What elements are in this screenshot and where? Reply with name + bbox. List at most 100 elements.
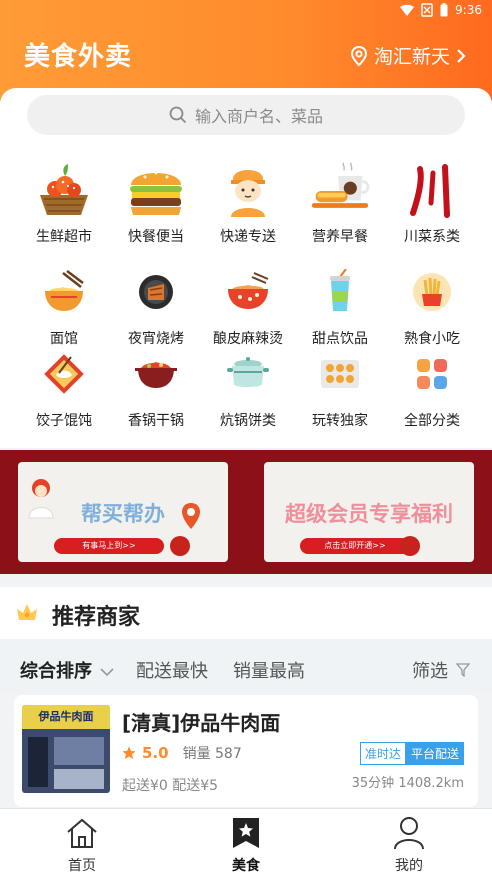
sort-sales[interactable]: 销量最高 [233,657,305,683]
courier-icon [218,162,278,218]
pot-icon [218,346,278,402]
category-label: 快餐便当 [128,229,184,245]
chevron-right-icon [457,48,466,63]
category-fast-food[interactable]: 快餐便当 [110,162,202,245]
category-sichuan[interactable]: 川菜系类 [386,162,478,245]
burger-icon [126,162,186,218]
user-icon [394,817,424,850]
noodles-icon [34,264,94,320]
banner-vip[interactable]: 超级会员专享福利 点击立即开通>> [264,462,474,562]
drink-icon [310,264,370,320]
sort-label: 综合排序 [20,661,92,682]
category-noodles[interactable]: 面馆 [18,264,110,347]
recommend-title: 推荐商家 [52,605,141,630]
recommend-header: 推荐商家 [0,587,492,639]
category-label: 甜点饮品 [312,331,368,347]
category-label: 全部分类 [404,413,460,429]
battery-icon [440,3,448,17]
category-label: 香锅干锅 [128,413,184,429]
sort-fastest[interactable]: 配送最快 [136,657,208,683]
banner-title: 超级会员专享福利 [285,502,453,526]
sort-comprehensive[interactable]: 综合排序 [20,657,114,683]
location-label: 淘汇新天 [373,46,450,68]
tab-food[interactable]: 美食 [201,815,291,875]
wifi-icon [400,4,415,16]
home-icon [67,818,97,848]
category-hotpot[interactable]: 香锅干锅 [110,346,202,429]
fries-icon [402,264,462,320]
tab-mine[interactable]: 我的 [364,815,454,875]
shop-name: [清真]伊品牛肉面 [122,711,281,735]
shop-fees: 起送¥0 配送¥5 [122,778,219,794]
tab-label: 首页 [68,858,96,874]
tag-platform-delivery: 平台配送 [405,742,464,765]
category-courier[interactable]: 快递专送 [202,162,294,245]
category-dumplings[interactable]: 饺子馄饨 [18,346,110,429]
status-bar: 9:36 [0,0,492,22]
category-grid: 生鲜超市 快餐便当 快递专送 营养早餐 川菜系类 面馆 夜宵烧烤 酿皮麻辣烫 甜… [14,146,478,448]
chevron-down-icon [100,668,114,677]
tab-label: 我的 [395,858,423,874]
breakfast-icon [310,162,370,218]
fresh-market-icon [34,162,94,218]
category-all[interactable]: 全部分类 [386,346,478,429]
bottom-tab-bar: 首页 美食 我的 [0,808,492,876]
search-placeholder: 输入商户名、菜品 [194,107,323,126]
promo-banners: 帮买帮办 有事马上到>> 超级会员专享福利 点击立即开通>> [0,450,492,574]
sort-bar: 综合排序 配送最快 销量最高 筛选 [0,641,492,693]
category-label: 面馆 [50,331,78,347]
category-label: 川菜系类 [404,229,460,245]
exclusive-icon [310,346,370,402]
filter-button[interactable]: 筛选 [412,657,471,683]
filter-label: 筛选 [412,661,448,682]
food-bookmark-icon [233,818,259,848]
shop-tags: 准时达 平台配送 [359,742,464,765]
location-selector[interactable]: 淘汇新天 [350,42,466,69]
shop-card[interactable]: 伊品牛肉面 [清真]伊品牛肉面 5.0 销量 587 准时达 平台配送 起送¥0… [14,695,478,807]
hotpot-icon [126,346,186,402]
banner-button[interactable]: 有事马上到>> [54,538,164,554]
dumpling-icon [34,346,94,402]
page-title: 美食外卖 [24,42,133,72]
category-breakfast[interactable]: 营养早餐 [294,162,386,245]
shop-sales: 销量 587 [182,746,242,762]
shop-sign: 伊品牛肉面 [22,705,110,729]
category-pot[interactable]: 炕锅饼类 [202,346,294,429]
category-bbq[interactable]: 夜宵烧烤 [110,264,202,347]
category-spicy-soup[interactable]: 酿皮麻辣烫 [202,264,294,347]
banner-errand[interactable]: 帮买帮办 有事马上到>> [18,462,228,562]
seal-icon [400,536,420,556]
spicy-soup-icon [218,264,278,320]
star-icon [122,746,136,759]
bbq-icon [126,264,186,320]
shop-score: 5.0 [142,744,169,762]
location-pin-icon [350,45,367,66]
category-label: 生鲜超市 [36,229,92,245]
shop-thumbnail: 伊品牛肉面 [22,705,110,793]
category-label: 饺子馄饨 [36,413,92,429]
sichuan-icon [402,162,462,218]
seal-icon [170,536,190,556]
crown-icon [17,604,37,620]
shop-rating-row: 5.0 销量 587 [122,743,242,763]
no-sim-icon [421,3,433,17]
status-time: 9:36 [455,3,482,17]
search-icon [169,106,187,124]
all-categories-icon [402,346,462,402]
filter-icon [455,663,471,678]
banner-button[interactable]: 点击立即开通>> [300,538,410,554]
category-label: 炕锅饼类 [220,413,276,429]
category-label: 快递专送 [220,229,276,245]
category-drinks[interactable]: 甜点饮品 [294,264,386,347]
category-exclusive[interactable]: 玩转独家 [294,346,386,429]
category-label: 营养早餐 [312,229,368,245]
category-fresh-market[interactable]: 生鲜超市 [18,162,110,245]
tab-label: 美食 [232,858,260,874]
category-label: 酿皮麻辣烫 [213,331,283,347]
category-snacks[interactable]: 熟食小吃 [386,264,478,347]
category-label: 熟食小吃 [404,331,460,347]
category-label: 夜宵烧烤 [128,331,184,347]
search-input[interactable]: 输入商户名、菜品 [27,95,465,135]
map-pin-icon [182,503,200,529]
tab-home[interactable]: 首页 [37,815,127,875]
